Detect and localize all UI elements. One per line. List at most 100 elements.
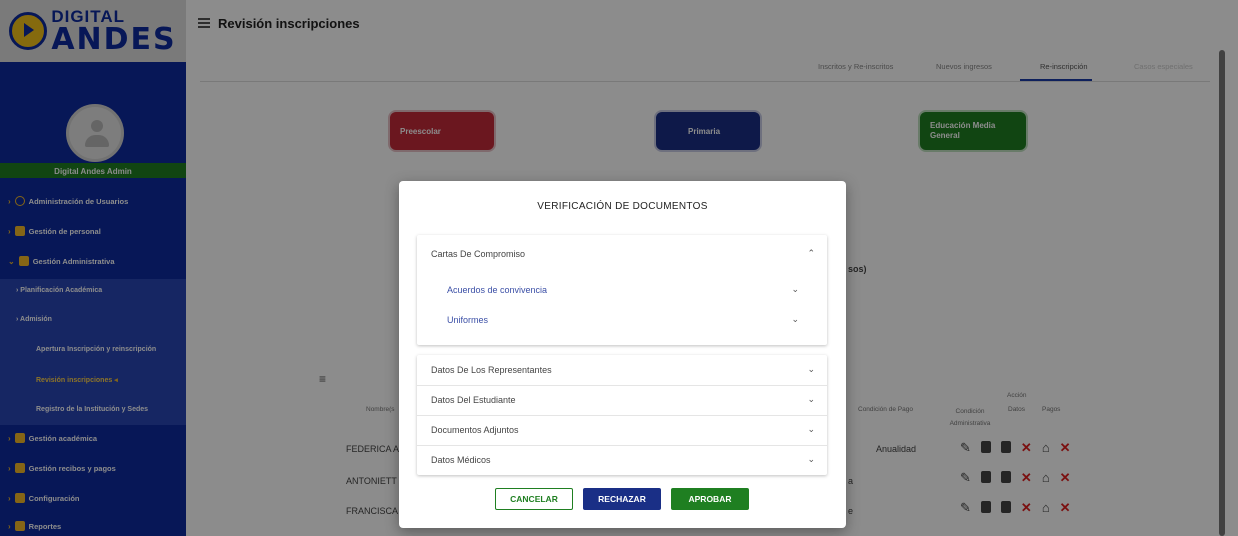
table-row-name: FRANCISCA	[346, 506, 399, 516]
table-row-actions: ✎ ✕ ⌂ ✕	[960, 440, 1071, 456]
chevron-down-icon: ⌄	[807, 424, 815, 434]
page-title: Revisión inscripciones	[218, 16, 360, 31]
chevron-down-icon: ⌄	[8, 256, 15, 266]
sidebar-item-reportes[interactable]: › Reportes	[0, 512, 186, 536]
user-name: Digital Andes Admin	[54, 167, 132, 176]
primaria-label: Primaria	[688, 126, 721, 136]
sidebar-sub-admision[interactable]: › Admisión	[16, 316, 202, 323]
section-representantes[interactable]: Datos De Los Representantes ⌄	[417, 355, 827, 385]
edit-icon[interactable]: ✎	[960, 470, 971, 486]
modal-title: VERIFICACIÓN DE DOCUMENTOS	[537, 201, 708, 212]
cartas-panel: Cartas De Compromiso ⌃ Acuerdos de convi…	[417, 235, 827, 345]
chevron-down-icon: ⌄	[807, 364, 815, 374]
logo[interactable]: DIGITAL ANDES	[0, 0, 186, 62]
table-row-name: ANTONIETT	[346, 476, 397, 486]
tab-inscritos[interactable]: Inscritos y Re-inscritos	[818, 62, 893, 71]
people-icon	[18, 256, 29, 266]
preescolar-button[interactable]: Preescolar	[388, 110, 496, 152]
bank-icon[interactable]: ⌂	[1042, 500, 1050, 516]
sidebar-item-label: Reportes	[28, 521, 62, 531]
bank-icon[interactable]: ⌂	[1042, 470, 1050, 486]
tab-casos[interactable]: Casos especiales	[1134, 62, 1193, 71]
close-icon[interactable]: ✕	[1060, 500, 1071, 516]
gear-icon	[14, 493, 25, 503]
sidebar-item-label: Gestión Administrativa	[32, 256, 115, 266]
avatar	[66, 104, 124, 162]
document-icon[interactable]	[1000, 471, 1011, 483]
edit-icon[interactable]: ✎	[960, 500, 971, 516]
sidebar-item-usuarios[interactable]: › Administración de Usuarios	[0, 187, 186, 215]
sidebar-item-academica[interactable]: › Gestión académica	[0, 424, 186, 452]
cancel-button[interactable]: CANCELAR	[495, 488, 573, 510]
table-caption-fragment: sos)	[848, 264, 867, 274]
section-label: Datos Médicos	[431, 455, 491, 465]
table-row-pago: e	[848, 506, 854, 516]
sidebar-item-administrativa[interactable]: ⌄ Gestión Administrativa	[0, 247, 186, 275]
section-cartas[interactable]: Cartas De Compromiso ⌃	[417, 239, 827, 269]
menu-icon[interactable]	[198, 18, 210, 28]
sidebar-item-configuracion[interactable]: › Configuración	[0, 484, 186, 512]
sidebar-item-label: Gestión académica	[28, 433, 98, 443]
close-icon[interactable]: ✕	[1060, 470, 1071, 486]
close-icon[interactable]: ✕	[1060, 440, 1071, 456]
header-datos: Datos	[1008, 406, 1025, 413]
approve-button[interactable]: APROBAR	[671, 488, 749, 510]
media-button[interactable]: Educación Media General	[918, 110, 1028, 152]
sidebar-item-label: Gestión de personal	[28, 226, 101, 236]
primaria-button[interactable]: Primaria	[654, 110, 762, 152]
reject-button[interactable]: RECHAZAR	[583, 488, 661, 510]
chevron-up-icon: ⌃	[807, 248, 815, 258]
chevron-right-icon: ›	[8, 433, 11, 443]
section-documentos[interactable]: Documentos Adjuntos ⌄	[417, 415, 827, 445]
logo-cursor-icon	[9, 12, 48, 50]
sidebar-item-label: Planificación Académica	[20, 287, 103, 294]
table-row-pago: a	[848, 476, 854, 486]
document-icon[interactable]	[1000, 501, 1011, 513]
active-marker-icon: ◂	[112, 377, 118, 384]
sidebar-sub-revision[interactable]: Revisión inscripciones ◂	[36, 376, 222, 384]
sidebar-item-label: Admisión	[20, 316, 52, 323]
sidebar-sub-registro[interactable]: Registro de la Institución y Sedes	[36, 406, 222, 413]
chevron-down-icon: ⌄	[791, 314, 799, 324]
sidebar-sub-apertura[interactable]: Apertura Inscripción y reinscripción	[36, 346, 222, 353]
document-icon[interactable]	[980, 501, 991, 513]
chevron-down-icon: ⌄	[807, 394, 815, 404]
close-icon[interactable]: ✕	[1021, 440, 1032, 456]
chart-icon	[14, 521, 25, 531]
tab-reinscripcion[interactable]: Re-inscripción	[1040, 62, 1088, 71]
bank-icon[interactable]: ⌂	[1042, 440, 1050, 456]
filter-icon[interactable]: ≡	[319, 372, 326, 386]
divider	[200, 81, 1210, 82]
header-pagos: Pagos	[1042, 406, 1061, 413]
chevron-right-icon: ›	[8, 463, 11, 473]
header-nombre: Nombre(s	[366, 406, 395, 413]
logo-text-andes: ANDES	[51, 21, 177, 57]
chevron-down-icon: ⌄	[791, 284, 799, 294]
tab-nuevos[interactable]: Nuevos ingresos	[936, 62, 992, 71]
section-label: Datos Del Estudiante	[431, 395, 516, 405]
header-condicion-admin: Condición Administrativa	[949, 408, 991, 427]
chevron-down-icon: ⌄	[807, 454, 815, 464]
section-acuerdos[interactable]: Acuerdos de convivencia ⌄	[417, 275, 827, 305]
sidebar-item-pagos[interactable]: › Gestión recibos y pagos	[0, 454, 186, 482]
people-icon	[14, 226, 25, 236]
section-medicos[interactable]: Datos Médicos ⌄	[417, 445, 827, 475]
section-label: Documentos Adjuntos	[431, 425, 519, 435]
chevron-right-icon: ›	[8, 226, 11, 236]
document-icon[interactable]	[1000, 441, 1011, 453]
document-icon[interactable]	[980, 441, 991, 453]
scrollbar[interactable]	[1219, 50, 1225, 536]
edit-icon[interactable]: ✎	[960, 440, 971, 456]
close-icon[interactable]: ✕	[1021, 500, 1032, 516]
sidebar-item-label: Revisión inscripciones	[36, 377, 113, 384]
sidebar-sub-planificacion[interactable]: › Planificación Académica	[16, 287, 202, 294]
close-icon[interactable]: ✕	[1021, 470, 1032, 486]
chevron-right-icon: ›	[8, 493, 11, 503]
section-uniformes[interactable]: Uniformes ⌄	[417, 305, 827, 335]
header-condicion-pago: Condición de Pago	[858, 406, 913, 413]
sidebar-item-personal[interactable]: › Gestión de personal	[0, 217, 186, 245]
sidebar-item-label: Configuración	[28, 493, 80, 503]
table-row-actions: ✎ ✕ ⌂ ✕	[960, 500, 1071, 516]
section-estudiante[interactable]: Datos Del Estudiante ⌄	[417, 385, 827, 415]
document-icon[interactable]	[980, 471, 991, 483]
